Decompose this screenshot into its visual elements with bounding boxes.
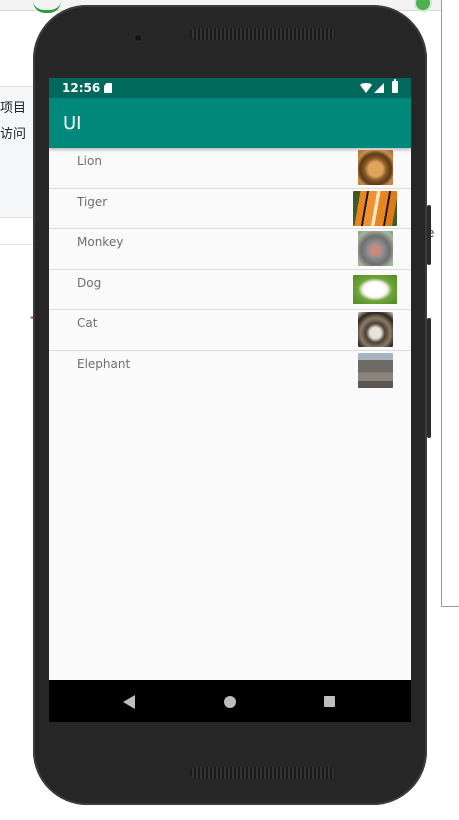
list-item-label: Monkey	[77, 235, 124, 249]
list-item-dog[interactable]: Dog	[49, 270, 411, 310]
back-icon[interactable]	[123, 695, 135, 709]
list-item-label: Elephant	[77, 356, 131, 371]
power-button[interactable]	[427, 318, 431, 438]
app-title: UI	[63, 113, 82, 134]
tiger-thumbnail	[353, 190, 397, 226]
monkey-thumbnail	[358, 231, 393, 266]
list-item-lion[interactable]: Lion	[49, 148, 411, 189]
ide-logo-icon	[33, 0, 61, 13]
front-camera-icon	[134, 34, 142, 42]
app-bar: UI	[49, 98, 411, 148]
ide-side-text-projects[interactable]: 项目	[0, 97, 26, 116]
list-item-elephant[interactable]: Elephant	[49, 351, 411, 391]
list-item-label: Cat	[77, 316, 98, 330]
status-bar: 12:56	[49, 78, 411, 98]
status-time: 12:56	[62, 81, 101, 95]
list-item-label: Dog	[77, 275, 102, 290]
list-item-monkey[interactable]: Monkey	[49, 229, 411, 270]
home-icon[interactable]	[224, 696, 236, 708]
list-item-tiger[interactable]: Tiger	[49, 189, 411, 229]
elephant-thumbnail	[358, 352, 393, 388]
bottom-speaker-grille	[190, 767, 335, 779]
list-item-cat[interactable]: Cat	[49, 310, 411, 351]
volume-button[interactable]	[427, 205, 431, 265]
list-item-label: Tiger	[77, 194, 108, 209]
recents-icon[interactable]	[324, 696, 335, 707]
wifi-icon	[360, 83, 372, 93]
lion-thumbnail	[358, 150, 393, 185]
dog-thumbnail	[353, 274, 397, 304]
navigation-bar	[49, 680, 411, 722]
cell-signal-icon	[374, 83, 384, 93]
sd-card-icon	[104, 83, 112, 93]
battery-icon	[392, 79, 398, 93]
list-item-label: Lion	[77, 154, 102, 168]
ide-right-panel	[441, 0, 459, 607]
device-screen: 12:56 UI Lion Tiger Monkey Dog Cat Eleph…	[49, 78, 411, 722]
top-speaker-grille	[190, 28, 335, 40]
ide-side-text-access[interactable]: 访问	[0, 123, 26, 142]
animal-list[interactable]: Lion Tiger Monkey Dog Cat Elephant	[49, 148, 411, 390]
cat-thumbnail	[358, 312, 393, 347]
